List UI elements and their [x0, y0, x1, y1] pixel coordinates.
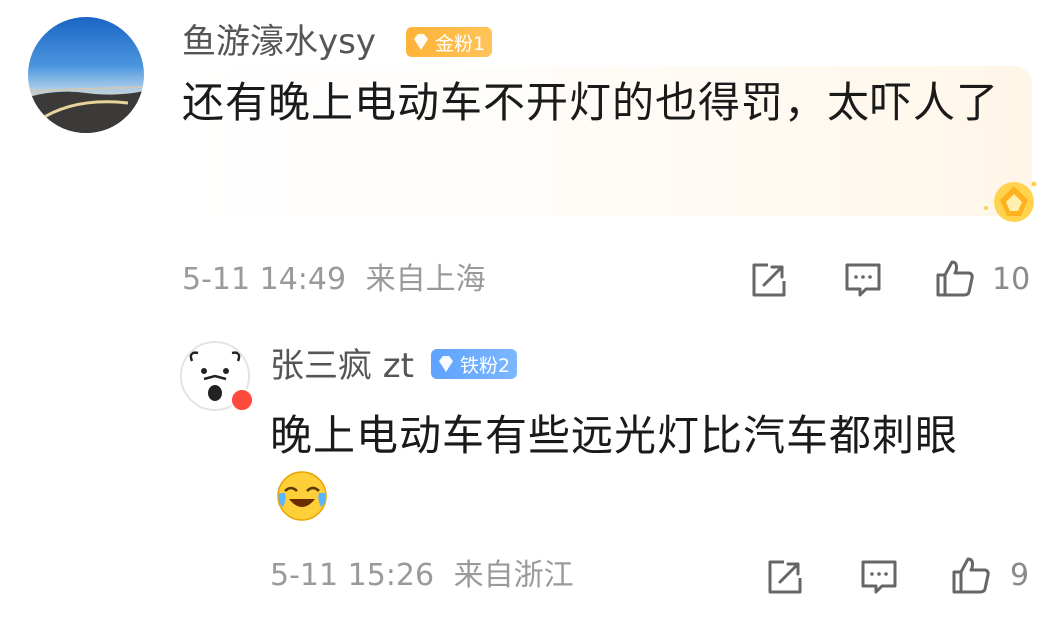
comment-text[interactable]: 还有晚上电动车不开灯的也得罚，太吓人了 — [182, 72, 1027, 134]
avatar[interactable] — [28, 17, 144, 133]
fan-badge[interactable]: 铁粉2 — [431, 349, 518, 379]
diamond-icon — [414, 34, 428, 50]
fan-badge[interactable]: 金粉1 — [406, 27, 493, 57]
username[interactable]: 张三疯 zt — [270, 344, 414, 388]
laugh-cry-emoji-icon — [277, 471, 327, 521]
like-count: 9 — [1010, 558, 1030, 593]
timestamp: 5-11 14:49 — [182, 262, 347, 297]
comment-icon[interactable] — [842, 259, 884, 301]
username[interactable]: 鱼游濠水ysy — [182, 20, 376, 64]
share-icon[interactable] — [748, 259, 790, 301]
like-icon[interactable] — [934, 257, 976, 299]
share-icon[interactable] — [764, 556, 806, 598]
location: 来自浙江 — [453, 558, 574, 593]
like-icon[interactable] — [950, 554, 992, 596]
comment-meta: 5-11 14:49 来自上海 — [182, 260, 486, 300]
badge-label: 金粉1 — [435, 32, 486, 55]
gold-fan-crown-icon — [984, 181, 1037, 222]
badge-label: 铁粉2 — [460, 354, 511, 377]
comment-icon[interactable] — [858, 556, 900, 598]
comment-text[interactable]: 晚上电动车有些远光灯比汽车都刺眼 — [270, 405, 1030, 467]
verified-badge — [230, 388, 254, 412]
like-count: 10 — [992, 262, 1031, 297]
diamond-icon — [439, 356, 453, 372]
location: 来自上海 — [365, 262, 486, 297]
comment-meta: 5-11 15:26 来自浙江 — [270, 556, 574, 596]
timestamp: 5-11 15:26 — [270, 558, 435, 593]
